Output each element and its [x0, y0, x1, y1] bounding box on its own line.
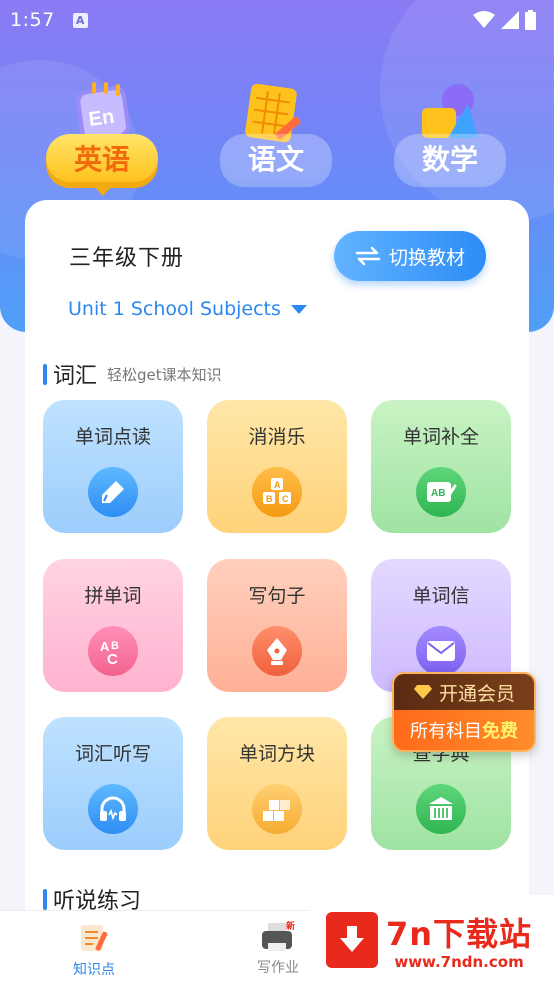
tile-spell-word[interactable]: 拼单词 ABC: [43, 559, 183, 692]
fountain-pen-icon: [252, 626, 302, 676]
headphones-icon: [88, 784, 138, 834]
envelope-icon: [416, 626, 466, 676]
vip-free-highlight: 免费: [482, 721, 518, 742]
watermark-title: 7n下载站: [386, 915, 533, 953]
tile-word-blocks[interactable]: 单词方块: [207, 717, 347, 850]
ab-board-icon: AB: [416, 467, 466, 517]
status-time: 1:57: [10, 9, 55, 31]
tile-label: 单词点读: [74, 426, 151, 448]
svg-text:AB: AB: [431, 488, 445, 499]
swap-arrows-icon: [355, 246, 381, 266]
subject-label: 语文: [247, 143, 304, 176]
new-badge: 新: [286, 922, 296, 932]
tab-label: 写作业: [257, 960, 299, 976]
tile-label: 拼单词: [84, 585, 142, 607]
notes-icon: [81, 925, 108, 951]
tile-label: 消消乐: [248, 426, 306, 448]
library-icon: [416, 784, 466, 834]
notification-icon: A: [72, 12, 88, 28]
tile-label: 单词信: [412, 585, 470, 607]
svg-text:En: En: [87, 106, 115, 131]
tile-match-game[interactable]: 消消乐 A B C: [207, 400, 347, 533]
diamond-icon: [413, 685, 432, 699]
tile-label: 单词补全: [402, 426, 479, 448]
svg-text:C: C: [282, 494, 289, 504]
tile-word-completion[interactable]: 单词补全 AB: [371, 400, 511, 533]
unit-label: Unit 1 School Subjects: [68, 298, 281, 320]
status-bar: 1:57 A: [0, 0, 554, 40]
watermark-url: www.7ndn.com: [394, 953, 524, 971]
vip-title: 开通会员: [438, 682, 515, 705]
blocks-icon: [252, 784, 302, 834]
subject-tab-english[interactable]: 英语: [46, 134, 158, 196]
subject-tab-math[interactable]: 数学: [394, 134, 506, 182]
subject-label: 数学: [421, 143, 478, 176]
section-marker: [43, 363, 47, 385]
unit-selector[interactable]: Unit 1 School Subjects: [68, 298, 307, 320]
subject-label: 英语: [73, 143, 130, 176]
download-arrow-icon: [326, 912, 378, 968]
section-marker: [43, 888, 47, 910]
battery-icon: [525, 10, 536, 30]
tab-knowledge[interactable]: 知识点: [24, 911, 164, 985]
svg-text:C: C: [107, 651, 118, 667]
switch-textbook-button[interactable]: 切换教材: [334, 231, 486, 281]
tile-label: 写句子: [248, 585, 306, 607]
subject-tab-chinese[interactable]: 语文: [220, 134, 332, 182]
svg-text:A: A: [274, 480, 281, 490]
tile-write-sentence[interactable]: 写句子: [207, 559, 347, 692]
switch-textbook-label: 切换教材: [388, 246, 465, 269]
abc-blocks-icon: A B C: [252, 467, 302, 517]
section-subtitle: 轻松get课本知识: [107, 365, 222, 384]
tile-label: 词汇听写: [74, 743, 151, 765]
wifi-icon: [473, 11, 495, 28]
tile-label: 单词方块: [238, 743, 315, 765]
section-title: 词汇: [53, 364, 98, 389]
tile-vocab-dictation[interactable]: 词汇听写: [43, 717, 183, 850]
abc-letters-icon: ABC: [88, 626, 138, 676]
pen-touch-icon: [88, 467, 138, 517]
vip-promo-badge[interactable]: 开通会员 所有科目 免费: [392, 672, 536, 752]
cell-signal-icon: [501, 11, 519, 29]
tab-label: 知识点: [73, 962, 115, 978]
watermark: 7n下载站 www.7ndn.com: [310, 895, 554, 985]
tile-word-reading[interactable]: 单词点读: [43, 400, 183, 533]
vip-desc: 所有科目: [410, 721, 482, 742]
grade-title: 三年级下册: [69, 246, 185, 271]
vocab-section-header: 词汇 轻松get课本知识: [43, 358, 222, 390]
svg-text:B: B: [266, 494, 273, 504]
chevron-down-icon: [290, 304, 307, 314]
